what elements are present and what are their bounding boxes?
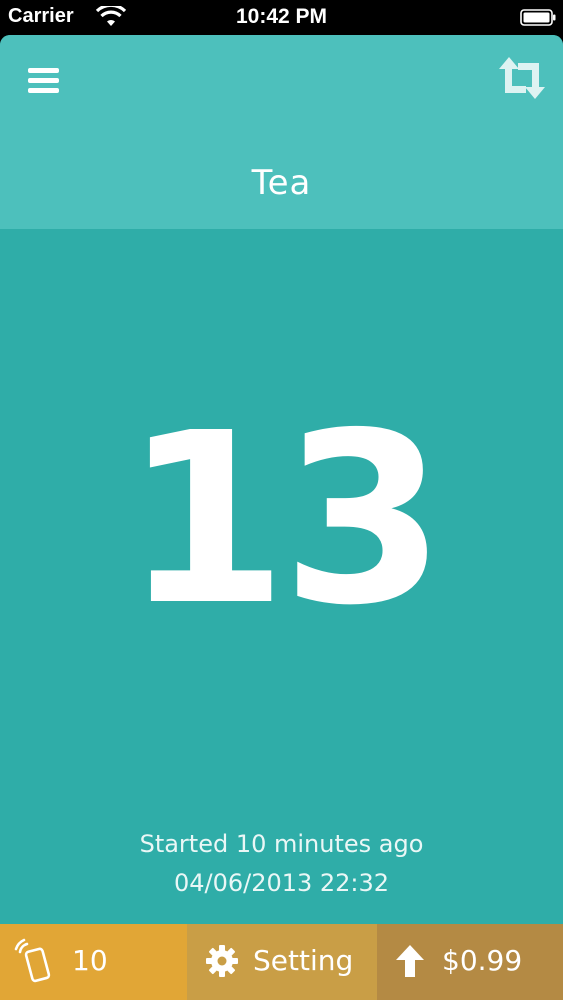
gear-icon xyxy=(206,945,238,977)
status-bar: Carrier 10:42 PM xyxy=(0,0,563,35)
started-date: 04/06/2013 22:32 xyxy=(173,869,390,897)
arrow-up-icon xyxy=(396,945,424,977)
status-time: 10:42 PM xyxy=(235,5,328,28)
vibrate-phone-icon xyxy=(14,938,51,983)
menu-icon xyxy=(28,68,59,73)
page-title: Tea xyxy=(251,163,312,203)
bottom-bar: 10 Setting $0.99 xyxy=(0,924,563,1000)
menu-button[interactable] xyxy=(22,60,66,100)
battery-icon xyxy=(520,9,556,26)
counter-value[interactable]: 13 xyxy=(0,390,563,650)
upgrade-label: $0.99 xyxy=(442,944,523,977)
vibrate-label: 10 xyxy=(72,944,108,977)
vibrate-button[interactable]: 10 xyxy=(0,924,187,1000)
started-text: Started 10 minutes ago xyxy=(139,830,424,858)
setting-button[interactable]: Setting xyxy=(187,924,377,1000)
app-container: Tea 13 Started 10 minutes ago 04/06/2013… xyxy=(0,35,563,1000)
repeat-icon[interactable] xyxy=(496,55,548,101)
header: Tea xyxy=(0,35,563,229)
upgrade-button[interactable]: $0.99 xyxy=(377,924,563,1000)
screen: Carrier 10:42 PM Tea 13 Started 10 minut… xyxy=(0,0,563,1000)
setting-label: Setting xyxy=(253,944,354,977)
